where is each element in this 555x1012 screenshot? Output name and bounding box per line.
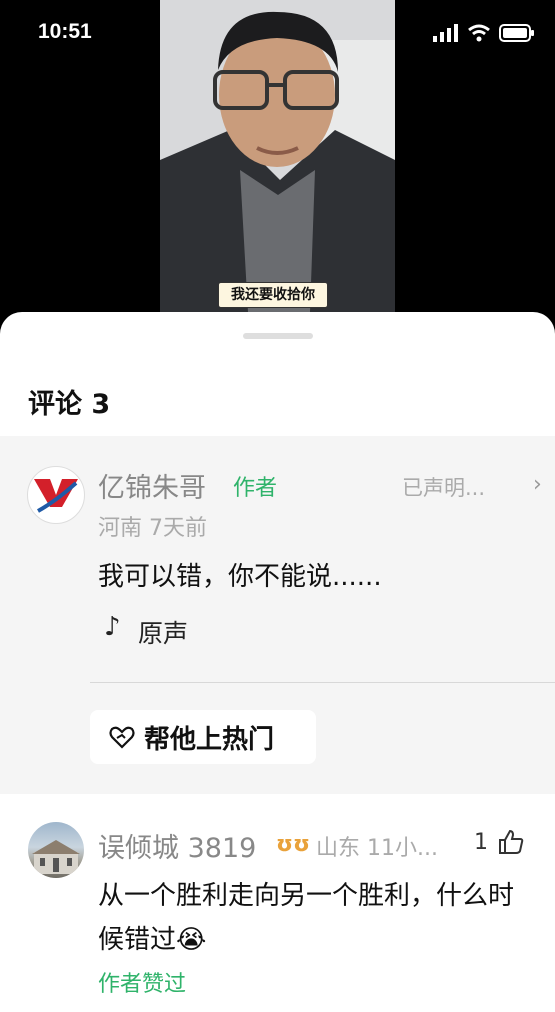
building-photo-image bbox=[32, 840, 80, 874]
status-icons bbox=[433, 24, 535, 42]
boost-label: 帮他上热门 bbox=[144, 724, 275, 755]
status-bar: 10:51 bbox=[0, 0, 555, 66]
original-sound-link[interactable]: 原声 bbox=[138, 614, 188, 650]
declaration-link[interactable]: 已声明... bbox=[402, 472, 485, 502]
divider bbox=[90, 682, 555, 683]
comment-text: 从一个胜利走向另一个胜利，什么时候错过😭 bbox=[98, 881, 515, 955]
pinned-comment[interactable]: 亿锦朱哥 作者 已声明... › 河南 7天前 我可以错，你不能说...... … bbox=[0, 436, 555, 794]
music-note-icon: ♪ bbox=[104, 612, 121, 642]
thumbs-up-icon[interactable] bbox=[497, 828, 525, 856]
wifi-icon bbox=[468, 24, 490, 42]
author-avatar[interactable] bbox=[27, 466, 85, 524]
author-name[interactable]: 亿锦朱哥 bbox=[98, 466, 206, 505]
user-badge-icon: ʊʊ bbox=[276, 832, 310, 857]
author-badge: 作者 bbox=[233, 476, 278, 501]
logo-y-icon bbox=[29, 468, 83, 522]
comments-title: 评论 3 bbox=[28, 389, 111, 420]
commenter-name[interactable]: 误倾城 3819 bbox=[98, 826, 256, 865]
comment-sheet: 评论 3 亿锦朱哥 作者 已声明... › 河南 7天前 我可以错，你不能说..… bbox=[0, 312, 555, 1012]
comment-meta: 河南 7天前 bbox=[98, 516, 207, 541]
boost-button[interactable]: 帮他上热门 bbox=[90, 710, 316, 764]
status-time: 10:51 bbox=[38, 20, 92, 43]
comment-meta: 山东 11小... bbox=[316, 836, 438, 861]
chevron-right-icon[interactable]: › bbox=[533, 472, 542, 497]
comment-item[interactable]: 误倾城 3819 ʊʊ 山东 11小... 1 从一个胜利走向另一个胜利，什么时… bbox=[0, 794, 555, 1012]
commenter-avatar[interactable] bbox=[28, 822, 84, 878]
sheet-grabber[interactable] bbox=[243, 333, 313, 339]
comment-text: 我可以错，你不能说...... bbox=[98, 562, 382, 592]
battery-icon bbox=[499, 24, 534, 42]
signal-icon bbox=[433, 24, 458, 42]
heart-hands-icon bbox=[109, 726, 135, 749]
video-subtitle: 我还要收拾你 bbox=[218, 282, 328, 308]
like-count: 1 bbox=[474, 830, 488, 855]
author-liked-label: 作者赞过 bbox=[98, 972, 187, 997]
